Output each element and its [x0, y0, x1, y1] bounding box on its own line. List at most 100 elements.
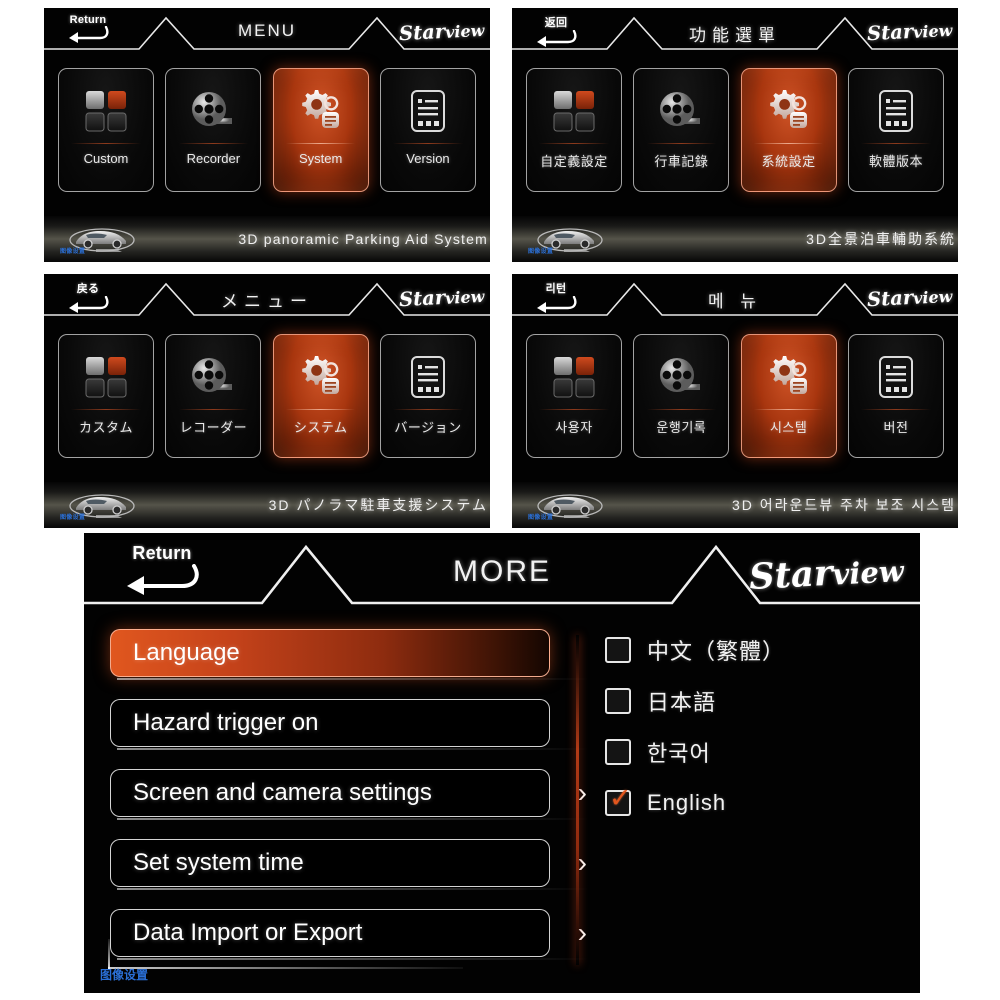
tile-label: Recorder	[186, 151, 241, 166]
panel-menu-ja: 戻る メニュー Starview カスタム レコーダー システム バージョン 图…	[44, 274, 490, 528]
panel-footer: 图像设置 3D パノラマ駐車支援システム	[44, 482, 490, 528]
panel-menu-en: Return MENU Starview Custom Recorder Sys…	[44, 8, 490, 262]
tile-grid: カスタム レコーダー システム バージョン	[44, 326, 490, 458]
footer-title: 3D全景泊車輔助系統	[806, 231, 956, 247]
tile-separator	[753, 143, 824, 144]
tile-version[interactable]: バージョン	[379, 334, 476, 458]
tile-system[interactable]: System	[272, 68, 369, 192]
panel-header: Return MENU Starview	[44, 8, 490, 60]
tile-label: Custom	[83, 151, 129, 166]
checkbox-unchecked-icon[interactable]	[605, 688, 631, 714]
panel-footer: 图像设置 3D全景泊車輔助系統	[512, 216, 958, 262]
logo-caption: 图像设置	[60, 249, 86, 255]
tile-label: 系統設定	[761, 154, 816, 169]
tile-separator	[861, 409, 931, 410]
tile-separator	[393, 409, 463, 410]
tile-version[interactable]: 軟體版本	[847, 68, 944, 192]
logo-caption: 图像设置	[528, 249, 554, 255]
row-set-system-time[interactable]: Set system time ›	[110, 839, 589, 890]
row-hazard-trigger[interactable]: Hazard trigger on	[110, 699, 589, 750]
settings-list: Language Hazard trigger on Screen and ca…	[84, 621, 589, 993]
tile-separator	[539, 409, 609, 410]
document-list-icon	[402, 85, 454, 137]
brand-logo: Starview	[866, 19, 953, 46]
film-reel-icon	[187, 85, 239, 137]
document-list-icon	[870, 351, 922, 403]
brand-logo: Starview	[866, 285, 953, 312]
tile-custom[interactable]: カスタム	[58, 334, 154, 458]
check-glyph: ✓	[609, 783, 632, 813]
footer-title: 3D パノラマ駐車支援システム	[268, 497, 488, 513]
tile-label: 버전	[883, 420, 909, 435]
car-logo-icon: 图像设置	[528, 488, 612, 522]
row-data-import-export[interactable]: Data Import or Export ›	[110, 909, 589, 960]
tile-recorder[interactable]: レコーダー	[165, 334, 262, 458]
film-reel-icon	[187, 351, 239, 403]
tile-recorder[interactable]: 운행기록	[633, 334, 730, 458]
film-reel-icon	[655, 85, 707, 137]
tile-recorder[interactable]: Recorder	[165, 68, 262, 192]
grid-squares-icon	[80, 85, 132, 137]
row-screen-camera-settings[interactable]: Screen and camera settings ›	[110, 769, 589, 820]
panel-menu-zh: 返回 功能選單 Starview 自定義設定 行車記錄 系統設定 軟體版本 图像…	[512, 8, 958, 262]
tile-separator	[285, 409, 356, 410]
footer-title: 3D 어라운드뷰 주차 보조 시스템	[731, 497, 956, 513]
tile-label: System	[298, 151, 343, 166]
car-logo-icon: 图像设置	[60, 488, 144, 522]
option-label: 中文（繁體）	[647, 639, 786, 664]
tile-system[interactable]: 시스템	[740, 334, 837, 458]
option-korean[interactable]: 한국어	[605, 735, 920, 769]
tile-separator	[861, 143, 931, 144]
tile-label: 行車記錄	[654, 154, 709, 169]
row-label: Data Import or Export	[133, 919, 363, 946]
row-label: Language	[133, 639, 240, 666]
panel-footer: 图像设置 3D panoramic Parking Aid System	[44, 216, 490, 262]
panel-footer: 图像设置 3D 어라운드뷰 주차 보조 시스템	[512, 482, 958, 528]
option-english[interactable]: ✓ English	[605, 785, 920, 820]
tile-version[interactable]: 버전	[847, 334, 944, 458]
tile-version[interactable]: Version	[379, 68, 476, 192]
footer-accent-stub	[108, 939, 110, 969]
film-reel-icon	[655, 351, 707, 403]
tile-label: 운행기록	[656, 420, 707, 435]
option-label: 日本語	[647, 690, 717, 715]
panel-header: 返回 功能選單 Starview	[512, 8, 958, 60]
logo-caption: 图像设置	[528, 515, 554, 521]
tile-separator	[393, 143, 463, 144]
tile-label: 軟體版本	[868, 154, 923, 169]
tile-system[interactable]: システム	[272, 334, 369, 458]
tile-custom[interactable]: Custom	[58, 68, 154, 192]
panel-header: 戻る メニュー Starview	[44, 274, 490, 326]
logo-caption: 图像设置	[100, 968, 149, 982]
grid-squares-icon	[80, 351, 132, 403]
panel-more: Return MORE Starview Language Hazard tri…	[84, 533, 920, 993]
tile-system[interactable]: 系統設定	[740, 68, 837, 192]
tile-recorder[interactable]: 行車記錄	[633, 68, 730, 192]
gear-settings-icon	[295, 85, 347, 137]
tile-separator	[71, 409, 141, 410]
tile-grid: Custom Recorder System Version	[44, 60, 490, 192]
option-chinese-traditional[interactable]: 中文（繁體）	[605, 633, 920, 667]
brand-logo: Starview	[398, 19, 485, 46]
tile-custom[interactable]: 自定義設定	[526, 68, 622, 192]
car-logo-icon: 图像设置	[60, 222, 144, 256]
document-list-icon	[402, 351, 454, 403]
option-japanese[interactable]: 日本語	[605, 684, 920, 718]
grid-squares-icon	[548, 351, 600, 403]
row-language[interactable]: Language	[110, 629, 589, 680]
tile-grid: 사용자 운행기록 시스템 버전	[512, 326, 958, 458]
tile-grid: 自定義設定 行車記錄 系統設定 軟體版本	[512, 60, 958, 192]
tile-label: 사용자	[555, 420, 593, 435]
car-logo-icon: 图像设置	[528, 222, 612, 256]
tile-custom[interactable]: 사용자	[526, 334, 622, 458]
option-label: English	[647, 790, 727, 815]
tile-separator	[539, 143, 609, 144]
brand-logo: Starview	[748, 552, 905, 599]
gear-settings-icon	[763, 85, 815, 137]
checkbox-checked-icon[interactable]: ✓	[605, 785, 632, 816]
tile-label: カスタム	[78, 420, 133, 435]
checkbox-unchecked-icon[interactable]	[605, 739, 631, 765]
checkbox-unchecked-icon[interactable]	[605, 637, 631, 663]
footer-title: 3D panoramic Parking Aid System	[238, 231, 488, 247]
row-label: Screen and camera settings	[133, 779, 432, 806]
